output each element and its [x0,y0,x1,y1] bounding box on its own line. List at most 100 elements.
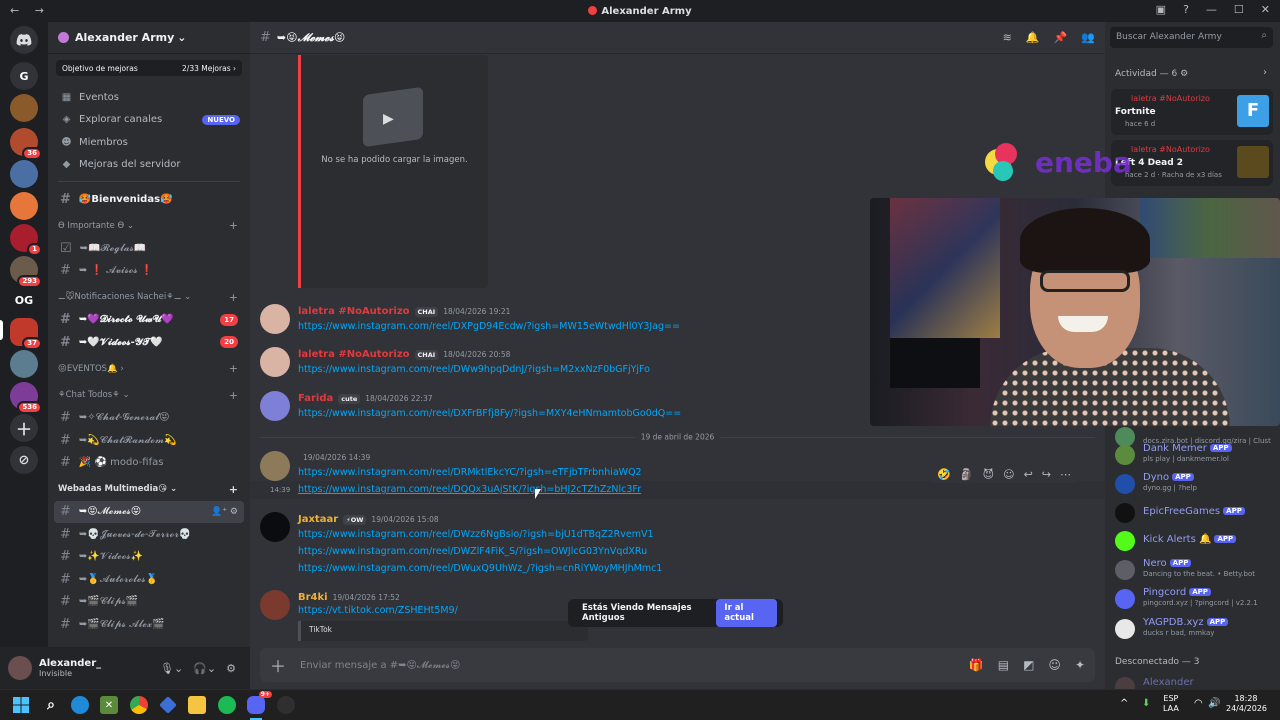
headphones-icon[interactable]: 🎧⌄ [193,662,216,675]
channel-memes[interactable]: # ➥😝𝓜𝓮𝓶𝓮𝓼😝 👤⁺ ⚙ [54,500,244,523]
chevron-right-icon[interactable]: › [1263,67,1267,78]
add-reaction-icon[interactable]: ☺ [1003,468,1014,481]
close-icon[interactable]: ✕ [1261,3,1270,16]
guild-og[interactable]: OG [10,286,38,314]
search-input[interactable]: Buscar Alexander Army ⌕ [1110,27,1273,48]
category-webadas[interactable]: Webadas Multimedia😘 ⌄ + [48,478,250,501]
edge-icon[interactable] [71,696,89,714]
reaction-emoji-icon[interactable]: 🤣 [937,468,951,481]
tray-chevron-icon[interactable]: ^ [1120,699,1128,709]
guild-3[interactable] [10,160,38,188]
avatar[interactable] [260,391,290,421]
pin-icon[interactable]: 📌 [1054,31,1068,44]
channel-videos[interactable]: # ➥✨𝓥𝓲𝓭𝓮𝓸𝓼✨ [54,546,244,569]
guild-6[interactable]: 293 [10,256,42,288]
category-eventos[interactable]: 😝EVENTOS🔔 › + [48,358,250,381]
member-dank-memer[interactable]: Dank Memer APP pls play | dankmemer.lol [1115,442,1275,468]
server-header[interactable]: Alexander Army ⌄ ⁺👤 [48,22,250,54]
channel-directo[interactable]: # ➥💜𝓓𝓲𝓻𝓮𝓬𝓽𝓸 𝓤𝔀𝓤💜 17 [54,309,244,332]
channel-jueves[interactable]: # ➥💀𝓙𝓾𝓮𝓿𝓮𝓼-𝓭𝓮-𝓣𝓮𝓻𝓻𝓸𝓻💀 [54,523,244,546]
gif-icon[interactable]: ▤ [998,658,1009,672]
channel-videos-yt[interactable]: # ➥🤍𝓥𝓲𝓭𝓮𝓸𝓼-𝓨𝓣🤍 20 [54,331,244,354]
guild-g[interactable]: G [10,62,38,90]
channel-autoroles[interactable]: # ➥🥇𝓐𝓾𝓽𝓸𝓻𝓸𝓵𝓮𝓼🥇 [54,568,244,591]
maximize-icon[interactable]: ☐ [1234,3,1244,16]
avatar[interactable] [260,347,290,377]
obs-icon[interactable] [277,696,295,714]
add-channel-icon[interactable]: + [229,362,238,375]
username[interactable]: laletra #NoAutorizo [298,349,410,360]
discover-icon[interactable]: ⊘ [10,446,38,474]
username[interactable]: Jaxtaar [298,514,338,525]
activity-card[interactable]: laletra #NoAutorizo Left 4 Dead 2 hace 2… [1111,140,1273,186]
wifi-icon[interactable]: ◠ [1194,699,1203,709]
minimize-icon[interactable]: — [1206,3,1217,16]
username[interactable]: Br4ki [298,592,328,603]
app-icon[interactable] [159,696,177,714]
channel-reglas[interactable]: ☑ ➥📖𝓡𝓮𝓰𝓵𝓪𝓼📖 [54,237,244,260]
jump-to-present-button[interactable]: Ir al actual [716,599,777,627]
category-importante[interactable]: ϴ Importante ϴ ⌄ + [48,215,250,238]
inbox-icon[interactable]: ▣ [1156,3,1166,16]
reaction-emoji-icon[interactable]: 😈 [983,468,994,481]
nav-mejoras[interactable]: ◆ Mejoras del servidor [48,154,250,177]
volume-icon[interactable]: 🔊 [1208,699,1220,709]
chrome-icon[interactable] [130,696,148,714]
message-link[interactable]: https://www.instagram.com/reel/DXPgD94Ec… [298,321,680,332]
member-list-icon[interactable]: 👥 [1081,31,1095,44]
member-nero[interactable]: Nero APP Dancing to the beat. • Betty.bot [1115,557,1275,583]
nav-eventos[interactable]: ▦ Eventos [48,86,250,109]
category-chat-todos[interactable]: ⚘Chat Todos⚘ ⌄ + [48,384,250,407]
message-link[interactable]: https://www.instagram.com/reel/DRMktlEkc… [298,467,642,478]
more-icon[interactable]: ⋯ [1060,468,1071,481]
channel-chat-general[interactable]: # ➥✧𝓒𝓱𝓪𝓽-𝓖𝓮𝓷𝓮𝓻𝓪𝓵😝 [54,407,244,430]
apps-icon[interactable]: ✦ [1075,658,1085,672]
activity-card[interactable]: laletra #NoAutorizo Fortnite hace 6 d F [1111,89,1273,135]
discord-taskbar-icon[interactable]: 9+ [247,691,272,714]
gear-icon[interactable]: ⚙ [226,662,236,675]
channel-modo-fifas[interactable]: # 🎉 ⚽ modo-fifas [54,452,244,475]
message-link[interactable]: https://www.instagram.com/reel/DQQx3uAjS… [298,484,641,495]
avatar[interactable] [260,304,290,334]
nav-explorar[interactable]: ◈ Explorar canales NUEVO [48,109,250,132]
avatar[interactable] [260,451,290,481]
guild-5[interactable]: 1 [10,224,42,256]
add-server-icon[interactable]: ＋ [10,414,38,442]
channel-chat-random[interactable]: # ➥💫𝓒𝓱𝓪𝓽𝓡𝓪𝓷𝓭𝓸𝓶💫 [54,429,244,452]
member-alexander[interactable]: Alexander [1115,674,1275,689]
message-link[interactable]: https://www.instagram.com/reel/DXFrBFfj8… [298,408,681,419]
clock[interactable]: 18:28 24/4/2026 [1226,694,1267,714]
emoji-icon[interactable]: ☺ [1048,658,1061,672]
tray-app-icon[interactable]: ⬇ [1142,699,1150,709]
member-pingcord[interactable]: Pingcord APP pingcord.xyz | ?pingcord | v… [1115,586,1275,612]
member-epicfreegames[interactable]: EpicFreeGames APP [1115,500,1275,526]
language-indicator[interactable]: ESP LAA [1163,694,1179,714]
file-explorer-icon[interactable] [188,696,206,714]
guild-4[interactable] [10,192,38,220]
channel-avisos[interactable]: # ➥ ❗ 𝓐𝓿𝓲𝓼𝓸𝓼 ❗ [54,260,244,283]
member-dyno[interactable]: Dyno APP dyno.gg | ?help [1115,471,1275,497]
guild-9[interactable]: 536 [10,382,42,414]
help-icon[interactable]: ? [1183,3,1189,16]
reaction-emoji-icon[interactable]: 🗿 [960,468,974,481]
username[interactable]: laletra #NoAutorizo [298,306,410,317]
add-channel-icon[interactable]: + [229,483,238,496]
add-channel-icon[interactable]: + [229,389,238,402]
nav-miembros[interactable]: ☻ Miembros [48,131,250,154]
user-info[interactable]: Alexander_ Invisible [39,658,101,678]
windows-start-icon[interactable] [12,696,30,714]
add-channel-icon[interactable]: + [229,219,238,232]
channel-settings-icons[interactable]: 👤⁺ ⚙ [211,507,238,517]
channel-bienvenidas[interactable]: # 🥵Bienvenidas🥵 [54,188,244,211]
message-link[interactable]: https://vt.tiktok.com/ZSHEHt5M9/ [298,605,458,616]
gift-icon[interactable]: 🎁 [969,658,984,672]
message-link[interactable]: https://www.instagram.com/reel/DWuxQ9UhW… [298,563,662,574]
add-channel-icon[interactable]: + [229,291,238,304]
channel-clips-alex[interactable]: # ➥🎬𝓒𝓵𝓲𝓹𝓼 𝓐𝓵𝓮𝔁🎬 [54,613,244,636]
avatar[interactable] [8,656,32,680]
attach-plus-icon[interactable]: ＋ [270,653,286,677]
search-icon[interactable]: ⌕ [42,696,60,714]
guild-8[interactable] [10,350,38,378]
home-discord-icon[interactable] [10,26,38,54]
member-kick-alerts[interactable]: Kick Alerts 🔔 APP [1115,528,1275,554]
